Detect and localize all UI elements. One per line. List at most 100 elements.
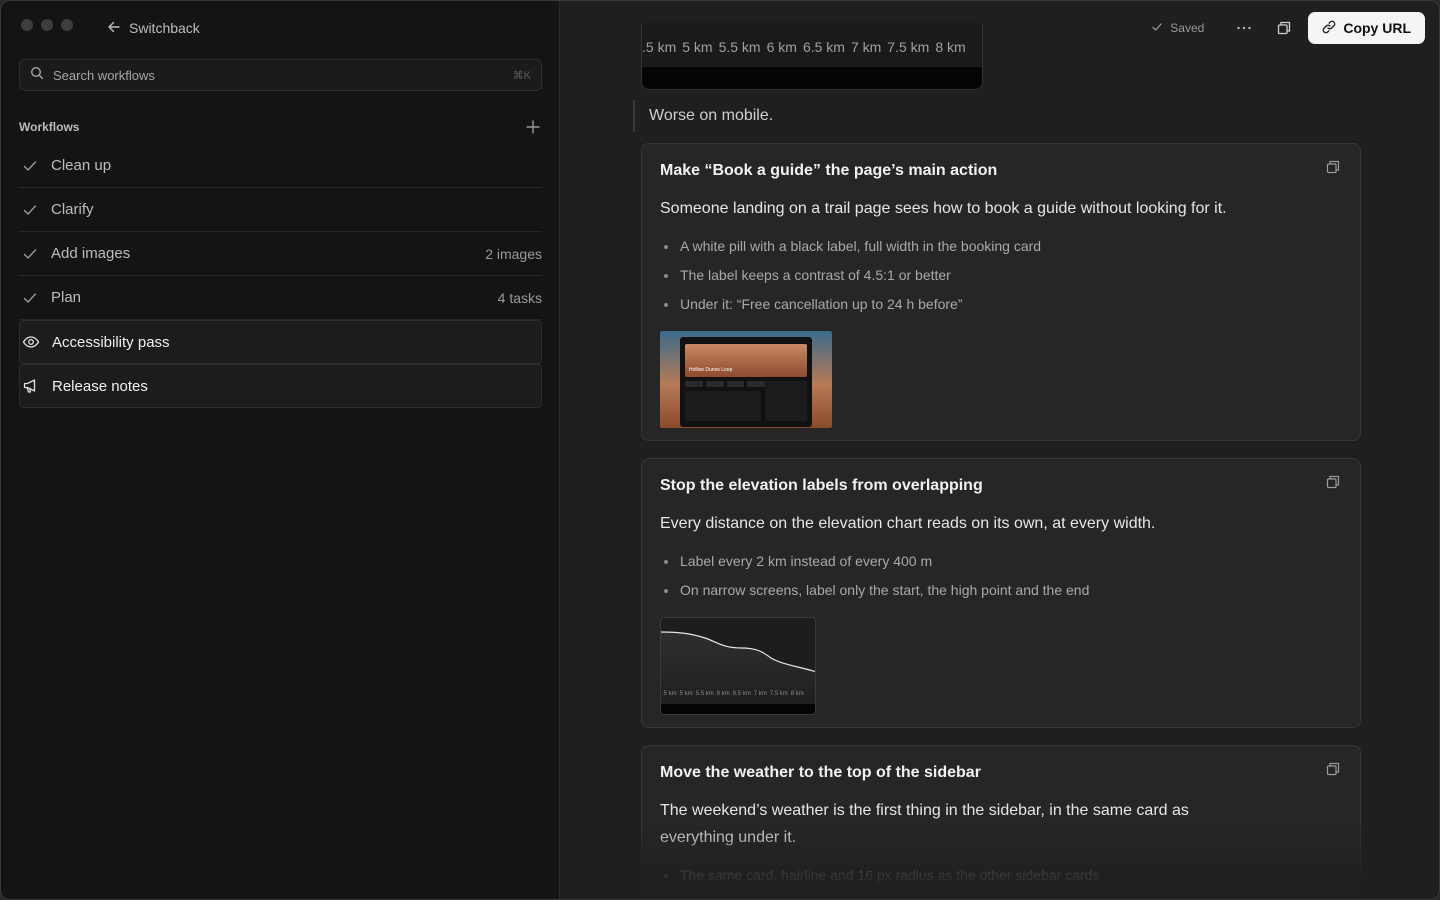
elevation-line [661,631,815,714]
screenshot-thumbnail[interactable]: Hollow Dunes Loop [660,331,832,428]
card-bullet: A white pill with a black label, full wi… [660,232,1342,261]
card-bullet: Label every 2 km instead of every 400 m [660,547,1342,576]
thumbnail-panel [685,391,761,421]
tick-label: 5 km [682,39,713,55]
copy-card-button[interactable] [1326,160,1342,176]
card-lead: The weekend’s weather is the first thing… [660,802,1189,846]
back-link[interactable]: Switchback [107,18,200,38]
more-options-button[interactable] [1230,14,1258,42]
card-lead: Every distance on the elevation chart re… [660,515,1156,532]
thumbnail-tick-labels: .5 km 5 km 5.5 km 6 km 6.5 km 7 km 7.5 km 8 km [662,691,807,697]
ellipsis-icon [1237,26,1252,30]
workflow-item-add-images[interactable]: Add images 2 images [19,232,542,276]
workflow-item-clean-up[interactable]: Clean up [19,144,542,188]
card-bullets: Label every 2 km instead of every 400 m … [660,547,1342,605]
workflow-meta: 4 tasks [497,289,542,306]
tick-label: .5 km [642,39,677,55]
copy-url-button[interactable]: Copy URL [1308,12,1425,44]
close-window-button[interactable] [21,19,33,31]
chart-footer [642,67,982,89]
workflow-list: Clean up Clarify Add images 2 images Pla… [19,144,542,408]
main-content[interactable]: Saved Copy URL .5 km 5 km 5.5 km 6 km 6.5 km… [561,1,1439,899]
workflow-label: Release notes [52,377,148,395]
tick-label: 6 km [766,39,797,55]
card-title: Make “Book a guide” the page’s main acti… [660,162,998,179]
tick-label: 8 km [790,691,804,697]
link-icon [1322,20,1336,37]
task-card: Move the weather to the top of the sideb… [641,745,1361,899]
copy-url-label: Copy URL [1343,20,1411,36]
workflow-item-clarify[interactable]: Clarify [19,188,542,232]
tick-label: 5.5 km [695,691,714,697]
check-icon [21,245,39,263]
quote-text: Worse on mobile. [649,107,774,124]
elevation-tick-labels: .5 km 5 km 5.5 km 6 km 6.5 km 7 km 7.5 km 8 km [642,39,972,55]
card-bullet: On narrow screens, label only the start,… [660,576,1342,605]
copy-icon [1326,160,1340,174]
workflow-item-accessibility-pass[interactable]: Accessibility pass [19,320,542,364]
copy-card-button[interactable] [1326,762,1342,778]
card-bullet: The same card, hairline and 16 px radius… [660,861,1342,890]
elevation-chart-thumbnail[interactable]: .5 km 5 km 5.5 km 6 km 6.5 km 7 km 7.5 km 8 km [660,617,816,715]
toolbar: Saved Copy URL [1151,12,1425,44]
card-bullets: The same card, hairline and 16 px radius… [660,861,1342,890]
card-bullet: Under it: “Free cancellation up to 24 h … [660,290,1342,319]
workflow-item-release-notes[interactable]: Release notes [19,364,542,408]
tick-label: 7 km [753,691,767,697]
check-icon [21,157,39,175]
thumbnail-hero-title: Hollow Dunes Loop [689,367,733,373]
tick-label: 7 km [850,39,882,55]
tick-label: 6.5 km [802,39,845,55]
card-bullet: The label keeps a contrast of 4.5:1 or b… [660,261,1342,290]
card-bullets: A white pill with a black label, full wi… [660,232,1342,319]
minimize-window-button[interactable] [41,19,53,31]
thumbnail-footer [661,704,815,714]
add-workflow-button[interactable] [522,116,544,138]
copy-icon [1326,762,1340,776]
app-window: Switchback ⌘K Workflows Clean up [0,0,1440,900]
search-input[interactable] [53,67,504,83]
task-card: Stop the elevation labels from overlappi… [641,458,1361,728]
save-status: Saved [1151,21,1204,36]
tick-label: 5 km [679,691,693,697]
workflow-label: Clarify [51,201,94,218]
search-box[interactable]: ⌘K [19,59,542,91]
tick-label: 8 km [935,39,966,55]
window-controls [21,19,73,31]
copy-card-button[interactable] [1326,475,1342,491]
tick-label: 5.5 km [718,39,761,55]
workflow-item-plan[interactable]: Plan 4 tasks [19,276,542,320]
quote-block: Worse on mobile. [633,100,773,132]
workflow-label: Add images [51,245,131,262]
tick-label: 7.5 km [769,691,788,697]
thumbnail-sidebar [765,381,807,421]
task-card: Make “Book a guide” the page’s main acti… [641,143,1361,441]
megaphone-icon [22,377,40,395]
sidebar: Switchback ⌘K Workflows Clean up [1,1,560,899]
thumbnail-stats [685,381,765,387]
tick-label: 6.5 km [732,691,751,697]
workflow-label: Clean up [51,157,112,174]
search-icon [30,66,44,85]
workflow-meta: 2 images [485,245,542,262]
card-title: Move the weather to the top of the sideb… [660,764,981,781]
duplicate-window-button[interactable] [1270,14,1298,42]
duplicate-icon [1278,21,1291,35]
elevation-chart-image: .5 km 5 km 5.5 km 6 km 6.5 km 7 km 7.5 km 8 km [641,23,983,90]
back-link-label: Switchback [129,20,200,36]
card-lead: Someone landing on a trail page sees how… [660,200,1227,217]
save-status-label: Saved [1170,21,1205,35]
workflows-header: Workflows [19,115,542,139]
tick-label: 7.5 km [887,39,930,55]
search-shortcut: ⌘K [512,69,531,82]
plus-icon [526,120,540,134]
tick-label: .5 km [662,691,677,697]
workflow-label: Plan [51,289,82,306]
copy-icon [1326,475,1340,489]
zoom-window-button[interactable] [61,19,73,31]
check-icon [21,289,39,307]
tick-label: 6 km [716,691,730,697]
workflow-label: Accessibility pass [52,333,170,351]
card-title: Stop the elevation labels from overlappi… [660,477,983,494]
workflows-title: Workflows [19,120,80,134]
